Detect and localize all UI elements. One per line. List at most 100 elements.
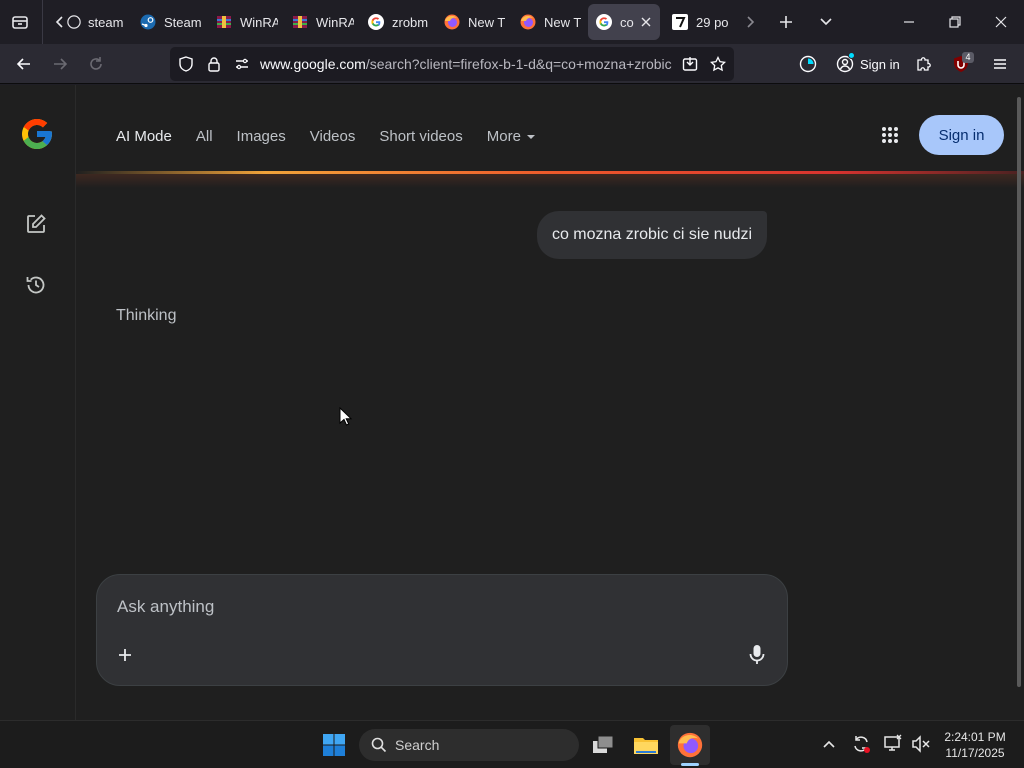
arrow-left-icon (16, 58, 30, 70)
left-rail (0, 85, 76, 720)
file-explorer-button[interactable] (630, 729, 662, 761)
lock-icon[interactable] (206, 56, 222, 72)
add-attachment-button[interactable] (113, 643, 137, 667)
taskbar-clock[interactable]: 2:24:01 PM 11/17/2025 (940, 729, 1010, 761)
minimize-window-button[interactable] (886, 0, 932, 44)
google-ai-mode-page: AI Mode All Images Videos Short videos M… (0, 85, 1024, 720)
forward-button[interactable] (44, 48, 76, 80)
chevron-down-icon (820, 18, 832, 26)
history-icon (26, 276, 45, 294)
task-view-icon (593, 735, 614, 753)
windows-logo-icon (323, 734, 345, 756)
tab-ai-mode[interactable]: AI Mode (116, 128, 172, 145)
close-icon (641, 17, 651, 27)
sync-tray-button[interactable] (850, 733, 872, 755)
user-query-bubble: co mozna zrobic ci sie nudzi (537, 211, 767, 259)
taskbar-search-box[interactable]: Search (359, 729, 579, 761)
scroll-tabs-right-button[interactable] (740, 8, 760, 36)
edit-square-icon (27, 214, 46, 233)
notification-dot (848, 52, 855, 59)
ask-anything-input[interactable]: Ask anything (96, 574, 788, 686)
tab-all[interactable]: All (196, 128, 213, 145)
google-sign-in-button[interactable]: Sign in (919, 115, 1004, 155)
new-tab-button[interactable] (770, 6, 802, 38)
windows-taskbar: Search 2:24:01 PM 11/17/2025 (0, 720, 1024, 768)
google-apps-button[interactable] (876, 121, 904, 149)
close-window-button[interactable] (978, 0, 1024, 44)
network-tray-button[interactable] (882, 733, 904, 755)
url-host: www.google.com (260, 56, 366, 72)
close-tab-button[interactable] (638, 14, 654, 30)
restore-window-button[interactable] (932, 0, 978, 44)
google-logo[interactable] (19, 116, 55, 152)
browser-tab-active-google[interactable]: co (588, 4, 660, 40)
tab-images[interactable]: Images (237, 128, 286, 145)
taskbar-search-label: Search (395, 737, 440, 753)
plus-icon (119, 649, 131, 661)
browser-tab-winrar[interactable]: WinRAR (208, 4, 278, 40)
bookmark-star-icon[interactable] (710, 56, 726, 72)
show-hidden-icons-button[interactable] (818, 733, 840, 755)
ask-anything-placeholder: Ask anything (117, 597, 215, 616)
new-chat-button[interactable] (22, 210, 50, 238)
tab-more[interactable]: More (487, 128, 535, 145)
browser-tab-29[interactable]: 29 po (664, 4, 736, 40)
browser-tab-new-tab[interactable]: New T (436, 4, 508, 40)
plus-icon (780, 16, 792, 28)
url-text[interactable]: www.google.com/search?client=firefox-b-1… (260, 56, 672, 72)
list-all-tabs-button[interactable] (810, 6, 842, 38)
extensions-button[interactable] (908, 48, 940, 80)
page-permissions-icon[interactable] (234, 56, 250, 72)
reload-icon (90, 57, 102, 70)
volume-tray-button[interactable] (910, 733, 932, 755)
tab-manager-button[interactable] (4, 6, 36, 38)
ai-mode-gradient-glow (76, 174, 1024, 188)
winrar-icon (292, 14, 308, 30)
tab-title: Steam (164, 14, 202, 30)
tab-title: zrobm (392, 14, 429, 30)
tab-title: co (620, 14, 634, 30)
start-button[interactable] (318, 729, 350, 761)
tab-more-label: More (486, 127, 521, 145)
page-scrollbar[interactable] (1017, 97, 1021, 687)
speaker-muted-icon (912, 735, 930, 753)
restore-icon (949, 16, 961, 28)
tab-short-videos[interactable]: Short videos (379, 128, 462, 145)
account-sign-in-label: Sign in (860, 56, 900, 72)
tab-title: WinRAR (316, 14, 354, 30)
tab-videos[interactable]: Videos (310, 128, 356, 145)
steam-icon (66, 14, 82, 30)
tab-title: New T (468, 14, 506, 30)
firefox-icon (677, 732, 703, 758)
google-g-icon (22, 119, 52, 149)
steam-icon (140, 14, 156, 30)
browser-tab-new-tab[interactable]: New T (512, 4, 584, 40)
voice-search-button[interactable] (745, 641, 769, 669)
tab-title: New T (544, 14, 582, 30)
back-button[interactable] (8, 48, 40, 80)
arrow-right-icon (54, 58, 68, 70)
taskbar-firefox-button[interactable] (674, 729, 706, 761)
browser-tab-google-search[interactable]: zrobm (360, 4, 430, 40)
google-icon (368, 14, 384, 30)
history-button[interactable] (22, 271, 50, 299)
browser-tab-winrar[interactable]: WinRAR (284, 4, 354, 40)
browser-tab-strip: steam Steam WinRAR WinRAR (0, 0, 1024, 44)
browser-tab-steam[interactable]: steam (62, 4, 130, 40)
account-sign-in-button[interactable]: Sign in (828, 48, 904, 80)
thinking-status: Thinking (116, 307, 177, 324)
tracking-protection-shield-icon[interactable] (178, 56, 194, 72)
task-view-button[interactable] (587, 729, 619, 761)
chevron-right-icon (747, 16, 755, 28)
sync-status-button[interactable] (792, 48, 824, 80)
address-bar[interactable]: www.google.com/search?client=firefox-b-1… (170, 47, 734, 81)
browser-tab-steam[interactable]: Steam (132, 4, 202, 40)
app-menu-button[interactable] (984, 48, 1016, 80)
reload-button[interactable] (80, 48, 112, 80)
search-icon (371, 737, 387, 753)
folder-icon (634, 738, 658, 754)
save-to-pocket-icon[interactable] (682, 56, 698, 72)
tab-7-icon (672, 14, 688, 30)
tab-title: steam (88, 14, 124, 30)
firefox-icon (444, 14, 460, 30)
